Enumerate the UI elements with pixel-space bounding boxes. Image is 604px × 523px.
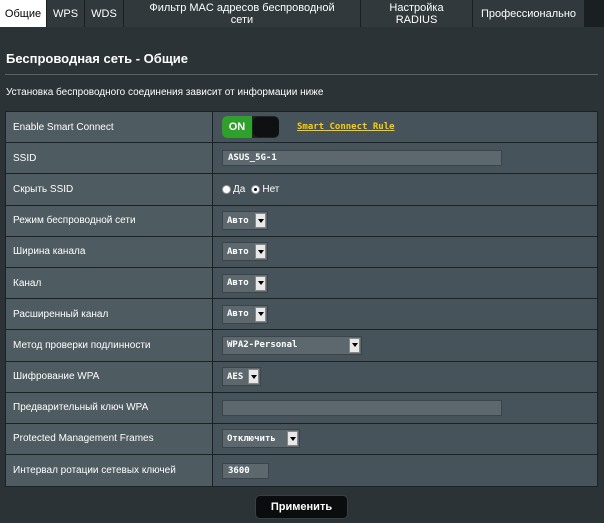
chevron-down-icon: [255, 275, 266, 291]
hide-ssid-radio-group: Да Нет: [222, 184, 285, 195]
tab-mac-filter-label: Фильтр MAC адресов беспроводной сети: [149, 1, 335, 26]
chevron-down-icon: [248, 369, 259, 385]
row-ext-channel: Расширенный канал Авто: [6, 299, 597, 331]
tab-professional-label: Профессионально: [480, 7, 577, 20]
auth-method-label: Метод проверки подлинности: [6, 330, 213, 361]
pmf-value: Отключить: [227, 433, 276, 444]
wpa-encryption-label: Шифрование WPA: [6, 361, 213, 392]
hide-ssid-no-radio[interactable]: [251, 184, 261, 194]
toggle-knob: [253, 117, 279, 138]
tab-bar: Общие WPS WDS Фильтр MAC адресов беспров…: [0, 0, 604, 27]
ext-channel-label: Расширенный канал: [6, 299, 213, 330]
chevron-down-icon: [255, 306, 266, 322]
chevron-down-icon: [255, 213, 266, 229]
auth-method-value: WPA2-Personal: [227, 340, 298, 351]
tab-wps[interactable]: WPS: [47, 0, 85, 27]
channel-width-label: Ширина канала: [6, 236, 213, 267]
row-wpa-psk: Предварительный ключ WPA: [6, 392, 597, 424]
row-channel: Канал Авто: [6, 267, 597, 300]
key-rotation-input[interactable]: 3600: [222, 462, 269, 479]
hide-ssid-yes-label: Да: [233, 183, 246, 195]
settings-form: Enable Smart Connect ON Smart Connect Ru…: [5, 111, 598, 488]
tab-wps-label: WPS: [52, 7, 79, 20]
row-channel-width: Ширина канала Авто: [6, 236, 597, 268]
ext-channel-value: Авто: [227, 309, 249, 320]
tab-radius-label: Настройка RADIUS: [389, 1, 444, 26]
wireless-mode-label: Режим беспроводной сети: [6, 205, 213, 236]
wpa-psk-label: Предварительный ключ WPA: [6, 392, 213, 423]
tab-wds-label: WDS: [91, 7, 117, 20]
pmf-label: Protected Management Frames: [6, 423, 213, 455]
row-pmf: Protected Management Frames Отключить: [6, 423, 597, 456]
hide-ssid-yes-radio[interactable]: [222, 184, 231, 194]
ext-channel-select[interactable]: Авто: [222, 304, 268, 324]
channel-label: Канал: [6, 267, 213, 299]
row-smart-connect: Enable Smart Connect ON Smart Connect Ru…: [6, 112, 597, 144]
wpa-encryption-select[interactable]: AES: [222, 367, 261, 387]
ssid-input[interactable]: ASUS_5G-1: [222, 150, 502, 167]
page-description: Установка беспроводного соединения завис…: [6, 87, 324, 98]
row-hide-ssid: Скрыть SSID Да Нет: [6, 174, 597, 206]
auth-method-select[interactable]: WPA2-Personal: [222, 335, 362, 355]
wpa-psk-input[interactable]: [222, 399, 502, 416]
smart-connect-label: Enable Smart Connect: [6, 112, 213, 143]
wpa-encryption-value: AES: [227, 371, 244, 382]
tab-professional[interactable]: Профессионально: [473, 0, 585, 27]
channel-width-select[interactable]: Авто: [222, 242, 268, 262]
ssid-label: SSID: [6, 143, 213, 174]
settings-panel: Беспроводная сеть - Общие Установка бесп…: [0, 27, 604, 523]
toggle-on-label: ON: [222, 116, 252, 139]
channel-value: Авто: [227, 278, 249, 289]
row-key-rotation: Интервал ротации сетевых ключей 3600: [6, 455, 597, 487]
key-rotation-label: Интервал ротации сетевых ключей: [6, 455, 213, 487]
tab-wds[interactable]: WDS: [85, 0, 124, 27]
row-wireless-mode: Режим беспроводной сети Авто: [6, 205, 597, 237]
smart-connect-toggle[interactable]: ON: [222, 116, 279, 139]
channel-width-value: Авто: [227, 246, 249, 257]
row-wpa-encryption: Шифрование WPA AES: [6, 361, 597, 393]
page-title: Беспроводная сеть - Общие: [6, 51, 189, 66]
channel-select[interactable]: Авто: [222, 273, 268, 293]
row-auth-method: Метод проверки подлинности WPA2-Personal: [6, 330, 597, 362]
chevron-down-icon: [349, 337, 360, 353]
wireless-mode-value: Авто: [227, 215, 249, 226]
hide-ssid-label: Скрыть SSID: [6, 174, 213, 205]
smart-connect-rule-link[interactable]: Smart Connect Rule: [297, 122, 395, 132]
tab-mac-filter[interactable]: Фильтр MAC адресов беспроводной сети: [124, 0, 361, 27]
wireless-mode-select[interactable]: Авто: [222, 211, 268, 231]
title-divider: [5, 74, 598, 75]
hide-ssid-no-label: Нет: [262, 183, 280, 195]
pmf-select[interactable]: Отключить: [222, 429, 300, 449]
chevron-down-icon: [255, 244, 266, 260]
apply-button[interactable]: Применить: [255, 495, 348, 519]
tab-general-label: Общие: [4, 7, 42, 20]
row-ssid: SSID ASUS_5G-1: [6, 143, 597, 175]
tab-radius[interactable]: Настройка RADIUS: [361, 0, 473, 27]
tab-general[interactable]: Общие: [0, 0, 47, 27]
chevron-down-icon: [287, 431, 298, 447]
